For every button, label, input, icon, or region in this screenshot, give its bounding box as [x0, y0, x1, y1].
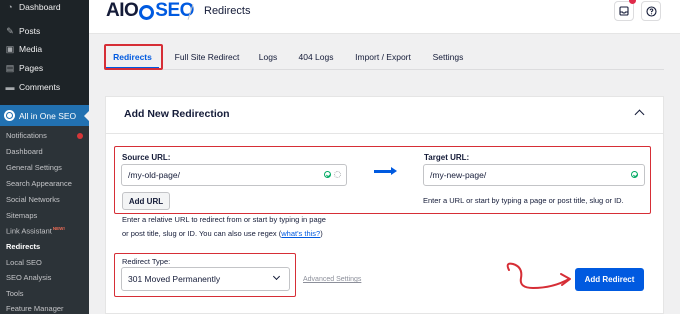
submenu-notifications[interactable]: Notifications — [6, 131, 47, 140]
submenu-dashboard[interactable]: Dashboard — [6, 147, 43, 156]
current-menu-arrow — [84, 111, 89, 121]
sidebar-item-posts[interactable]: ✎ Posts — [0, 21, 89, 41]
inbox-icon — [619, 6, 629, 16]
add-redirect-button[interactable]: Add Redirect — [575, 268, 644, 291]
pages-icon: ▤ — [5, 62, 15, 73]
dashboard-icon: ◔ — [7, 2, 13, 12]
submenu-redirects[interactable]: Redirects — [6, 242, 40, 251]
submenu-search-appearance[interactable]: Search Appearance — [6, 179, 72, 188]
tab-import-export[interactable]: Import / Export — [351, 44, 415, 70]
wp-admin-sidebar: ◔ Dashboard ✎ Posts ▣ Media ▤ Pages ▬ Co… — [0, 0, 89, 314]
gear-icon[interactable] — [334, 171, 341, 178]
submenu-sitemaps[interactable]: Sitemaps — [6, 211, 37, 220]
sidebar-item-aioseo[interactable]: All in One SEO — [0, 105, 89, 126]
tab-404-logs[interactable]: 404 Logs — [293, 44, 339, 70]
sidebar-item-label: Comments — [19, 82, 61, 92]
sidebar-item-pages[interactable]: ▤ Pages — [0, 58, 89, 78]
whats-this-link[interactable]: what's this? — [281, 229, 320, 238]
tab-divider — [104, 69, 664, 70]
sidebar-item-label: Dashboard — [19, 2, 61, 12]
help-line: ) — [320, 229, 323, 238]
sidebar-item-label: Media — [19, 44, 43, 54]
tab-settings[interactable]: Settings — [427, 44, 469, 70]
submenu-feature-manager[interactable]: Feature Manager — [6, 304, 64, 313]
sidebar-item-comments[interactable]: ▬ Comments — [0, 77, 89, 97]
target-url-help: Enter a URL or start by typing a page or… — [423, 196, 624, 205]
check-circle-icon — [324, 171, 331, 178]
submenu-general-settings[interactable]: General Settings — [6, 163, 62, 172]
submenu-local-seo[interactable]: Local SEO — [6, 258, 42, 267]
comments-icon: ▬ — [5, 82, 15, 92]
sidebar-item-label: Pages — [19, 63, 44, 73]
new-badge: NEW! — [52, 226, 65, 231]
target-url-label: Target URL: — [424, 153, 470, 162]
source-url-value: /my-old-page/ — [128, 170, 180, 180]
logo-gear-icon — [139, 4, 155, 20]
redirect-type-label: Redirect Type: — [122, 257, 171, 266]
chevron-up-icon[interactable] — [634, 109, 645, 120]
page-header: AIO SEO Redirects — [89, 0, 680, 34]
sidebar-item-label: Posts — [19, 26, 41, 36]
pin-icon: ✎ — [6, 25, 14, 36]
help-button[interactable] — [641, 1, 661, 21]
submenu-link-assistant[interactable]: Link AssistantNEW! — [6, 226, 65, 236]
target-url-input[interactable]: /my-new-page/ — [423, 164, 645, 186]
submenu-social-networks[interactable]: Social Networks — [6, 195, 60, 204]
tab-full-site-redirect[interactable]: Full Site Redirect — [169, 44, 245, 70]
media-icon: ▣ — [5, 43, 15, 54]
help-line: or post title, slug or ID. You can also … — [122, 229, 282, 238]
tab-bar: Redirects Full Site Redirect Logs 404 Lo… — [89, 44, 680, 70]
help-line: Enter a relative URL to redirect from or… — [122, 215, 326, 224]
page-title: Redirects — [204, 5, 251, 17]
aioseo-logo: AIO SEO — [106, 0, 194, 21]
sidebar-item-dashboard[interactable]: ◔ Dashboard — [0, 0, 89, 17]
check-circle-icon — [631, 171, 638, 178]
submenu-tools[interactable]: Tools — [6, 289, 24, 298]
arrow-right-icon — [374, 167, 397, 175]
target-url-value: /my-new-page/ — [430, 170, 487, 180]
source-url-help: Enter a relative URL to redirect from or… — [122, 213, 372, 241]
add-url-button[interactable]: Add URL — [122, 192, 170, 210]
annotation-arrow-icon — [506, 262, 571, 290]
annotation-highlight-box — [104, 44, 163, 70]
notification-dot — [629, 0, 636, 4]
logo-text: AIO — [106, 0, 139, 21]
notifications-button[interactable] — [614, 1, 634, 21]
source-url-label: Source URL: — [122, 153, 171, 162]
redirect-type-value: 301 Moved Permanently — [128, 274, 221, 284]
redirect-type-select[interactable]: 301 Moved Permanently — [121, 267, 290, 291]
sidebar-item-label: All in One SEO — [19, 110, 77, 121]
sidebar-item-media[interactable]: ▣ Media — [0, 39, 89, 59]
card-title: Add New Redirection — [124, 108, 230, 120]
source-url-input[interactable]: /my-old-page/ — [121, 164, 347, 186]
card-divider — [106, 133, 663, 134]
advanced-settings-link[interactable]: Advanced Settings — [303, 276, 361, 283]
notification-dot — [77, 133, 83, 139]
tab-logs[interactable]: Logs — [254, 44, 282, 70]
submenu-seo-analysis[interactable]: SEO Analysis — [6, 273, 51, 282]
help-icon — [645, 5, 657, 17]
aioseo-gear-icon — [4, 110, 15, 121]
submenu-label: Link Assistant — [6, 226, 52, 236]
